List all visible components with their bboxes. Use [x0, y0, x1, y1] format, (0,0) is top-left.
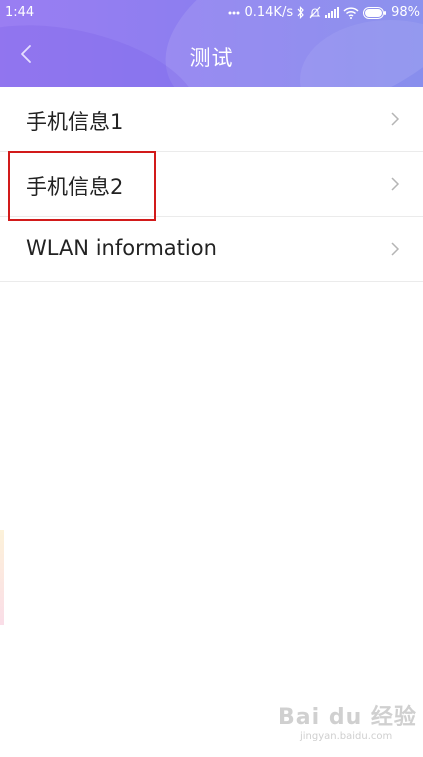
app-header: 1:44 0.14K/s 98% 测试	[0, 0, 423, 87]
wifi-icon	[343, 6, 359, 20]
list-item-label: WLAN information	[26, 236, 217, 260]
watermark-logo: Bai du 经验	[278, 705, 417, 730]
status-bar: 1:44 0.14K/s 98%	[0, 0, 423, 28]
highlight-annotation-box	[8, 151, 156, 221]
edge-decoration	[0, 530, 4, 625]
dots-icon	[228, 6, 240, 20]
battery-icon	[363, 6, 387, 20]
status-time: 1:44	[5, 5, 35, 20]
chevron-right-icon	[389, 241, 401, 257]
list-item-wlan-information[interactable]: WLAN information	[0, 217, 423, 282]
signal-icon	[325, 6, 340, 20]
chevron-right-icon	[389, 176, 401, 192]
alarm-off-icon	[309, 6, 321, 20]
watermark-url: jingyan.baidu.com	[300, 731, 393, 742]
network-speed: 0.14K/s	[244, 5, 294, 20]
nav-bar: 测试	[0, 28, 423, 87]
bluetooth-icon	[297, 6, 305, 20]
list-item-phone-info-1[interactable]: 手机信息1	[0, 87, 423, 152]
chevron-right-icon	[389, 111, 401, 127]
list-item-label: 手机信息1	[26, 110, 124, 134]
page-title: 测试	[189, 46, 234, 70]
status-icons: 0.14K/s 98%	[228, 5, 420, 20]
watermark: Bai du 经验 jingyan.baidu.com	[268, 697, 418, 749]
battery-percent: 98%	[391, 5, 420, 20]
